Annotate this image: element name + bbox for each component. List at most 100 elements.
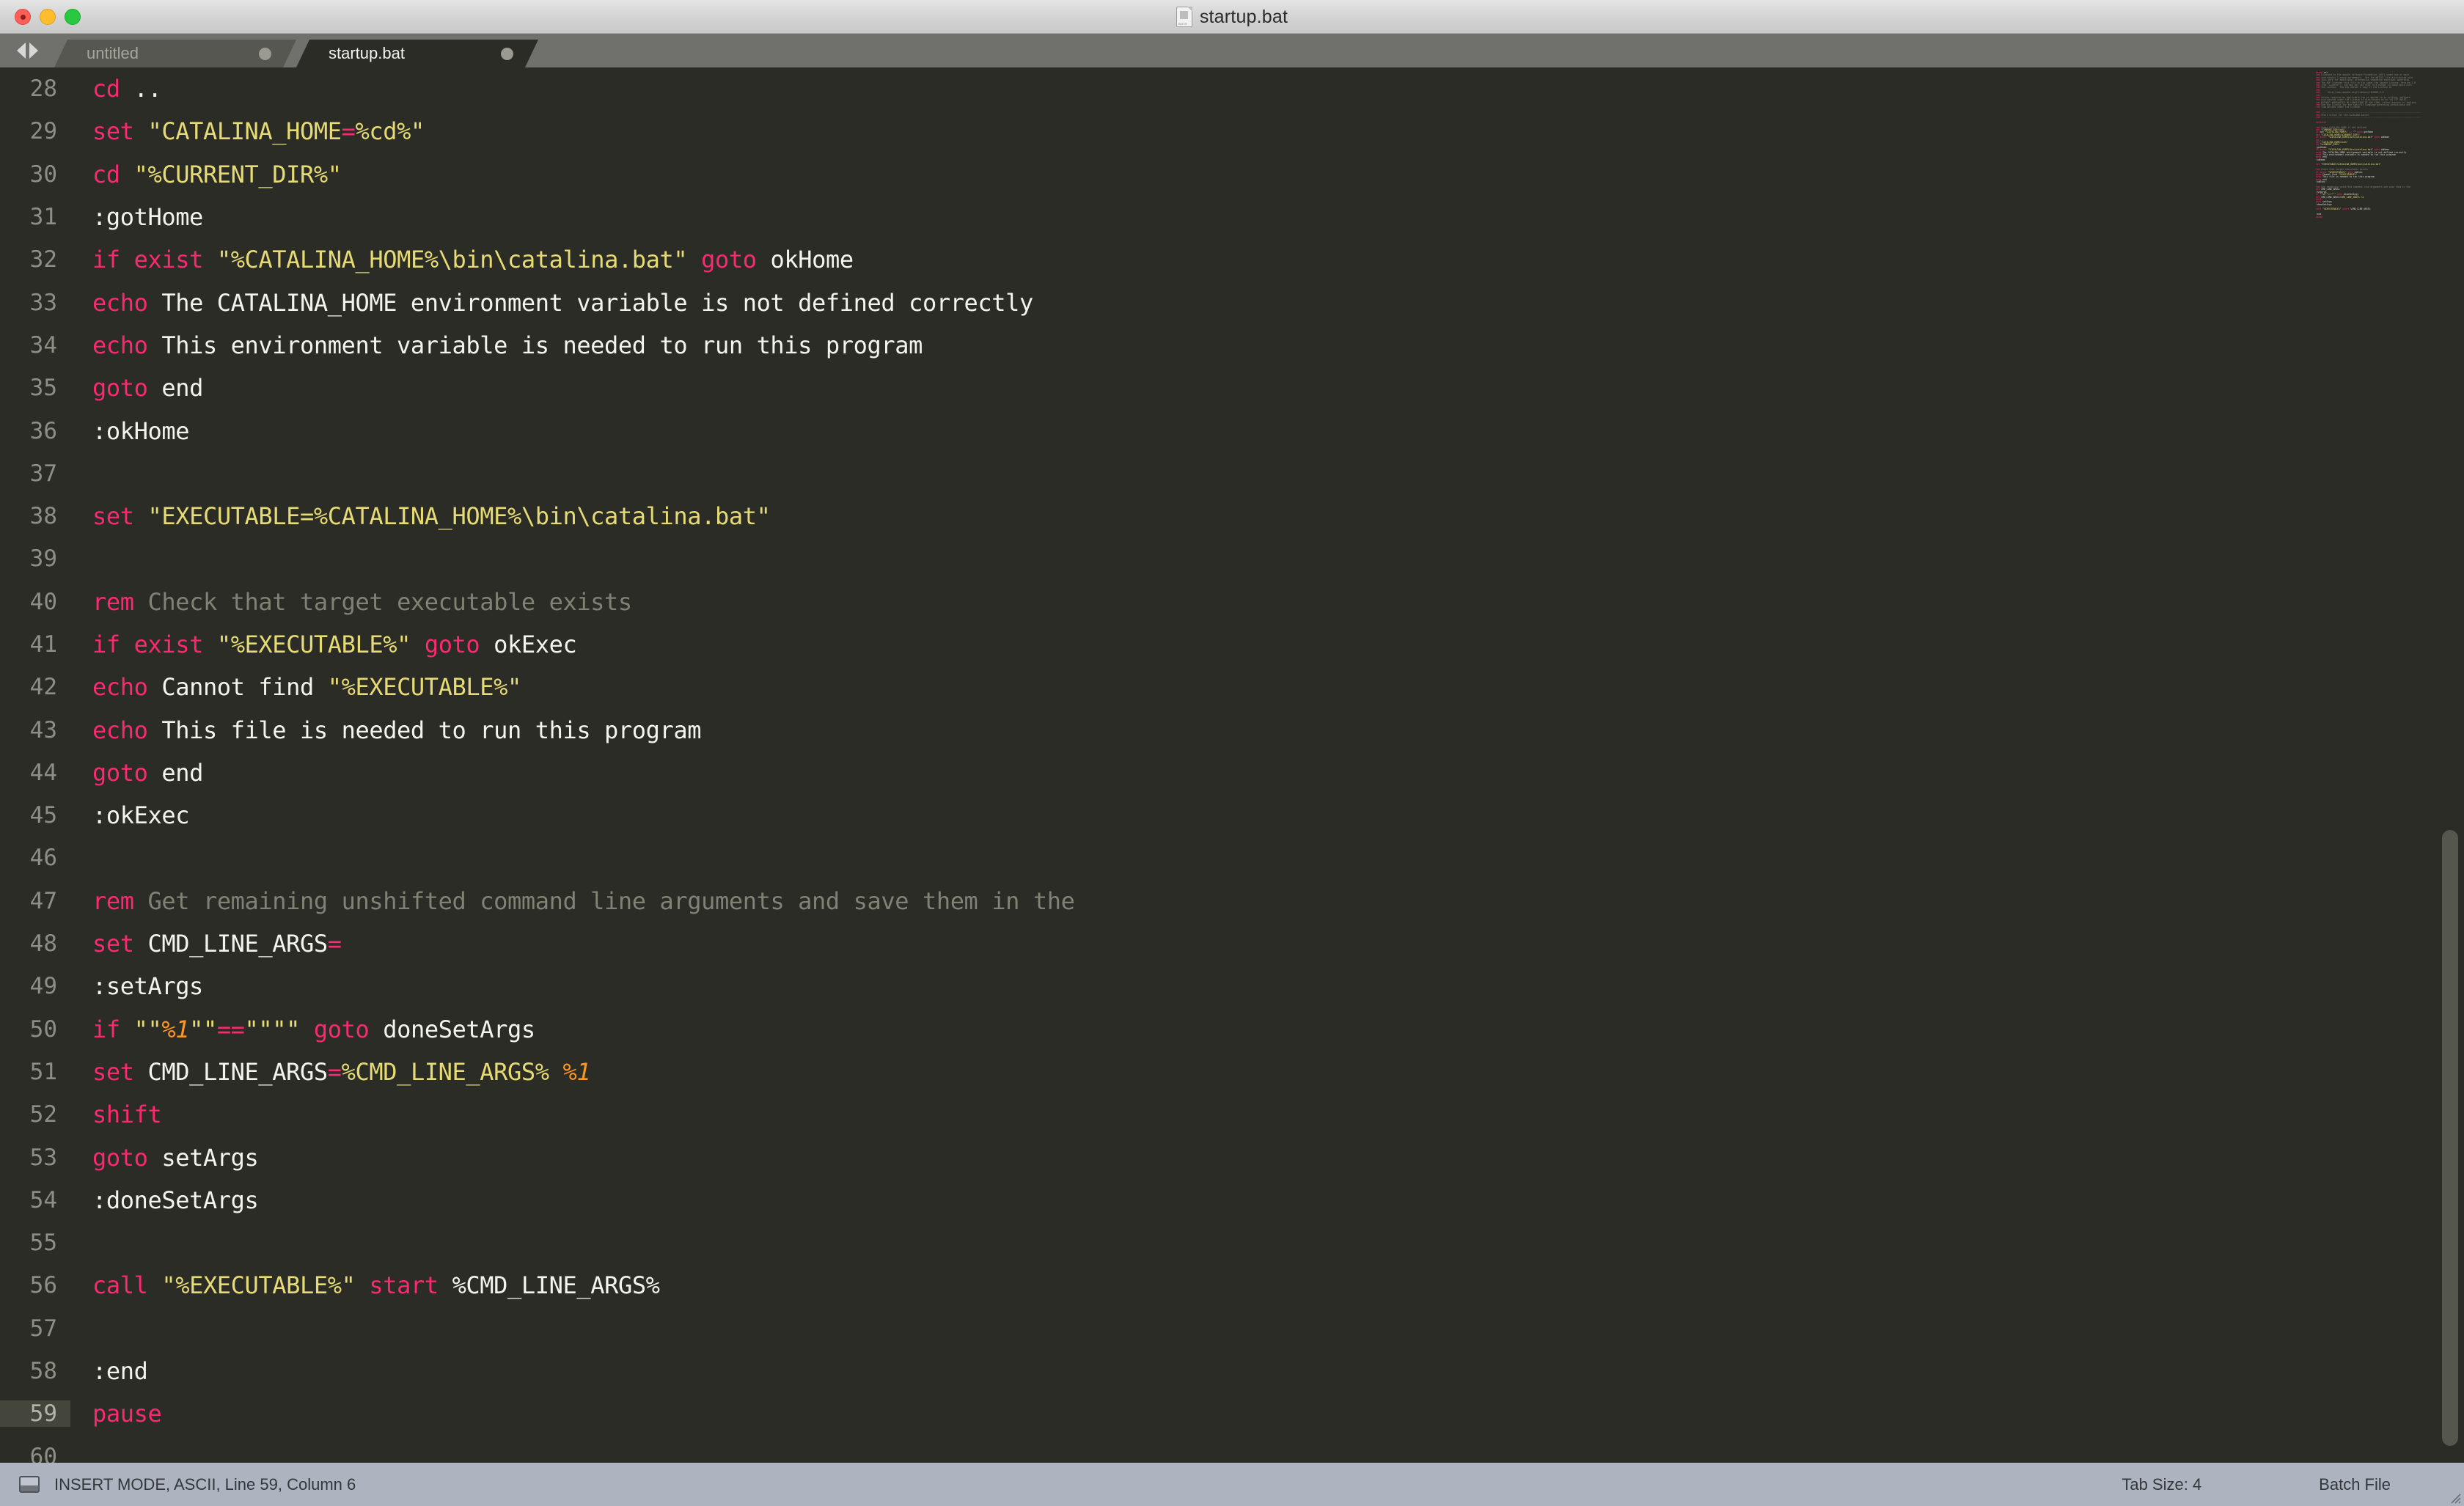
code-token: "%EXECUTABLE%" xyxy=(216,631,411,658)
code-line[interactable]: 54:doneSetArgs xyxy=(0,1179,2464,1222)
batch-file-icon-label: BATCH xyxy=(1178,22,1188,26)
tab-untitled-dirty-dot[interactable] xyxy=(259,48,271,60)
code-line[interactable]: 36:okHome xyxy=(0,409,2464,452)
code-line[interactable]: 35 goto end xyxy=(0,367,2464,409)
tab-startup-bat[interactable]: startup.bat xyxy=(296,40,538,67)
code-line[interactable]: 29 set "CATALINA_HOME=%cd%" xyxy=(0,110,2464,153)
code-line-text: call "%EXECUTABLE%" start %CMD_LINE_ARGS… xyxy=(70,1271,660,1299)
triangle-left-icon[interactable] xyxy=(16,43,26,59)
code-line[interactable]: 37 xyxy=(0,452,2464,495)
code-line[interactable]: 41 if exist "%EXECUTABLE%" goto okExec xyxy=(0,623,2464,666)
code-line[interactable]: 43 echo This file is needed to run this p… xyxy=(0,708,2464,751)
code-line-text: shift xyxy=(70,1101,162,1128)
code-token: CMD_LINE_ARGS xyxy=(147,1057,328,1086)
code-token: %cd%" xyxy=(355,117,425,146)
code-line[interactable]: 60 xyxy=(0,1436,2464,1463)
code-token: okExec xyxy=(494,631,577,658)
triangle-right-icon[interactable] xyxy=(29,43,38,59)
code-token: This file is needed to run this program xyxy=(161,716,702,744)
code-line[interactable]: 55 xyxy=(0,1222,2464,1264)
window-title: startup.bat xyxy=(1199,6,1288,27)
status-language[interactable]: Batch File xyxy=(2319,1475,2391,1494)
code-line[interactable]: 58:end xyxy=(0,1350,2464,1392)
code-line[interactable]: 40 rem Check that target executable exist… xyxy=(0,581,2464,623)
line-number: 41 xyxy=(29,631,57,658)
code-line[interactable]: 48 set CMD_LINE_ARGS= xyxy=(0,922,2464,965)
code-line[interactable]: 38 set "EXECUTABLE=%CATALINA_HOME%\bin\ca… xyxy=(0,495,2464,537)
code-line[interactable]: 46 xyxy=(0,837,2464,879)
code-line-text: echo This environment variable is needed… xyxy=(70,331,923,359)
code-line[interactable]: 45:okExec xyxy=(0,794,2464,837)
code-line[interactable]: 53 goto setArgs xyxy=(0,1136,2464,1178)
code-line-text: goto end xyxy=(70,374,203,402)
batch-file-icon: BATCH xyxy=(1176,7,1192,27)
code-line[interactable]: 49:setArgs xyxy=(0,965,2464,1007)
code-token: = xyxy=(327,1057,342,1086)
code-line-text: :doneSetArgs xyxy=(70,1186,259,1214)
code-token: "%CATALINA_HOME%\bin\catalina.bat" xyxy=(216,246,688,274)
code-line[interactable]: 59 pause xyxy=(0,1392,2464,1435)
code-line[interactable]: 30 cd "%CURRENT_DIR%" xyxy=(0,153,2464,196)
code-line[interactable]: 33 echo The CATALINA_HOME environment var… xyxy=(0,281,2464,323)
line-number: 53 xyxy=(29,1144,57,1171)
line-number: 58 xyxy=(29,1358,57,1385)
code-token: = xyxy=(341,117,356,146)
code-token: This environment variable is needed to r… xyxy=(161,331,923,359)
code-line[interactable]: 39 xyxy=(0,537,2464,580)
tab-startup-bat-dirty-dot[interactable] xyxy=(501,48,513,60)
line-number: 37 xyxy=(29,460,57,487)
line-number: 34 xyxy=(29,331,57,359)
code-line[interactable]: 34 echo This environment variable is need… xyxy=(0,324,2464,367)
code-token: "" xyxy=(133,1015,162,1043)
code-editor[interactable]: 28 cd .. 29 set "CATALINA_HOME=%cd%" 30 cd "%… xyxy=(0,67,2464,1463)
line-number: 48 xyxy=(29,930,57,958)
code-line[interactable]: 28 cd .. xyxy=(0,67,2464,110)
code-line-text: rem Get remaining unshifted command line… xyxy=(70,887,1075,915)
window-titlebar: BATCH startup.bat xyxy=(0,0,2464,34)
code-line[interactable]: 57 xyxy=(0,1307,2464,1350)
code-line-text: set "CATALINA_HOME=%cd%" xyxy=(70,117,425,145)
code-token: The CATALINA_HOME environment variable i… xyxy=(161,288,1033,317)
code-line[interactable]: 31:gotHome xyxy=(0,196,2464,238)
line-number: 35 xyxy=(29,375,57,402)
status-mode-text: INSERT MODE, ASCII, Line 59, Column 6 xyxy=(54,1474,356,1494)
code-line-text: cd "%CURRENT_DIR%" xyxy=(70,161,342,188)
code-token: goto xyxy=(424,631,480,658)
code-line[interactable]: 47 rem Get remaining unshifted command li… xyxy=(0,880,2464,922)
code-token: "EXECUTABLE=%CATALINA_HOME%\bin\catalina… xyxy=(147,502,771,531)
code-line-text: :gotHome xyxy=(70,203,203,231)
code-token: goto xyxy=(313,1015,370,1043)
code-token: "%CURRENT_DIR%" xyxy=(133,160,342,188)
code-token: Check that target executable exists xyxy=(147,587,632,616)
code-line[interactable]: 32 if exist "%CATALINA_HOME%\bin\catalina… xyxy=(0,238,2464,281)
code-line[interactable]: 42 echo Cannot find "%EXECUTABLE%" xyxy=(0,666,2464,708)
code-line[interactable]: 50 if ""%1""=="""" goto doneSetArgs xyxy=(0,1008,2464,1051)
code-line[interactable]: 56 call "%EXECUTABLE%" start %CMD_LINE_AR… xyxy=(0,1264,2464,1307)
code-token: = xyxy=(327,930,342,958)
code-line-text: rem Check that target executable exists xyxy=(70,588,632,616)
code-token: end xyxy=(161,374,203,403)
code-token: end xyxy=(161,758,203,787)
code-token: call xyxy=(92,1271,148,1300)
line-number: 42 xyxy=(29,674,57,701)
line-number: 59 xyxy=(0,1400,70,1428)
status-tab-size[interactable]: Tab Size: 4 xyxy=(2122,1475,2201,1494)
code-line[interactable]: 52 shift xyxy=(0,1093,2464,1136)
window-resize-grip[interactable] xyxy=(2448,1491,2461,1504)
line-number: 50 xyxy=(29,1015,57,1043)
code-token: goto xyxy=(92,1143,148,1172)
code-token: :gotHome xyxy=(92,203,203,232)
vertical-scrollbar-thumb[interactable] xyxy=(2442,830,2458,1446)
code-lines-container[interactable]: 28 cd .. 29 set "CATALINA_HOME=%cd%" 30 cd "%… xyxy=(0,67,2464,1463)
code-token: okHome xyxy=(770,246,854,274)
code-line[interactable]: 51 set CMD_LINE_ARGS=%CMD_LINE_ARGS% %1 xyxy=(0,1051,2464,1093)
tab-untitled[interactable]: untitled xyxy=(54,40,296,67)
code-line[interactable]: 44 goto end xyxy=(0,752,2464,794)
